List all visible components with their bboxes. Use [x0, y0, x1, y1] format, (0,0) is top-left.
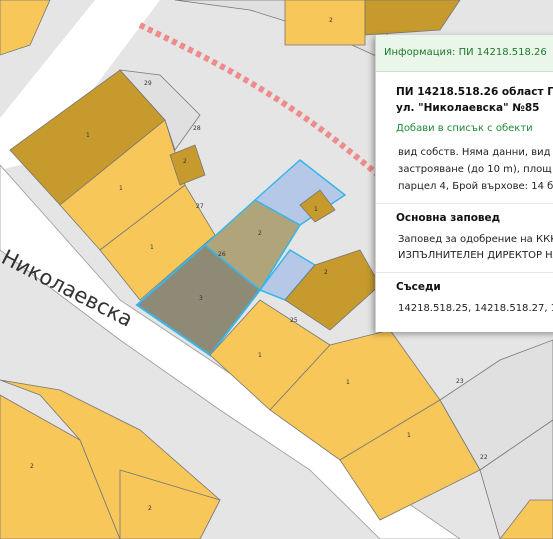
parcel-number-3: 3 [199, 295, 203, 302]
parcel-description-line1: вид собств. Няма данни, вид [398, 147, 551, 158]
parcel-number-2d: 2 [324, 269, 328, 276]
info-panel: Информация: ПИ 14218.518.26 ПИ 14218.518… [375, 35, 553, 332]
parcel-description-line3: парцел 4, Брой върхове: 14 бр. [398, 181, 553, 192]
add-to-list-link[interactable]: Добави в списък с обекти [376, 116, 553, 134]
lot-label-26: 26 [218, 251, 226, 258]
lot-label-22: 22 [480, 454, 488, 461]
parcel-title-line2: ул. "Николаевска" №85 [396, 102, 540, 114]
order-line2: ИЗПЪЛНИТЕЛЕН ДИРЕКТОР НА А [398, 250, 553, 261]
parcel-number-2c: 2 [258, 230, 262, 237]
parcel-top-2[interactable] [284, 0, 366, 46]
neighbors-section-title: Съседи [396, 281, 441, 293]
parcel-number-1f: 1 [407, 432, 411, 439]
parcel-number-2a: 2 [329, 17, 333, 24]
lot-label-23: 23 [456, 378, 464, 385]
lot-label-29: 29 [144, 80, 152, 87]
order-line1: Заповед за одобрение на ККК [398, 234, 553, 245]
parcel-number-1g: 1 [314, 206, 318, 213]
order-section: Основна заповед Заповед за одобрение на … [376, 203, 553, 264]
order-section-title: Основна заповед [396, 212, 501, 224]
lot-label-27: 27 [196, 203, 204, 210]
parcel-number-1c: 1 [150, 244, 154, 251]
parcel-description: вид собств. Няма данни, вид застрояване … [376, 134, 553, 195]
order-section-body: Заповед за одобрение на ККК ИЗПЪЛНИТЕЛЕН… [376, 224, 553, 264]
info-panel-header: Информация: ПИ 14218.518.26 [376, 35, 553, 72]
parcel-number-2f: 2 [148, 505, 152, 512]
lot-label-28: 28 [193, 125, 201, 132]
neighbors-list[interactable]: 14218.518.25, 14218.518.27, 1421 [376, 293, 553, 317]
parcel-number-1b: 1 [119, 185, 123, 192]
parcel-number-1a: 1 [86, 132, 90, 139]
parcel-number-1d: 1 [258, 352, 262, 359]
parcel-title: ПИ 14218.518.26 област Габрово ул. "Нико… [376, 72, 553, 116]
parcel-number-2b: 2 [183, 158, 187, 165]
neighbors-section: Съседи 14218.518.25, 14218.518.27, 1421 [376, 272, 553, 317]
parcel-title-line1: ПИ 14218.518.26 област Габрово [396, 86, 553, 98]
lot-label-25: 25 [290, 317, 298, 324]
parcel-description-line2: застрояване (до 10 m), площ 14 [398, 164, 553, 175]
parcel-number-1e: 1 [346, 379, 350, 386]
parcel-number-2e: 2 [30, 463, 34, 470]
